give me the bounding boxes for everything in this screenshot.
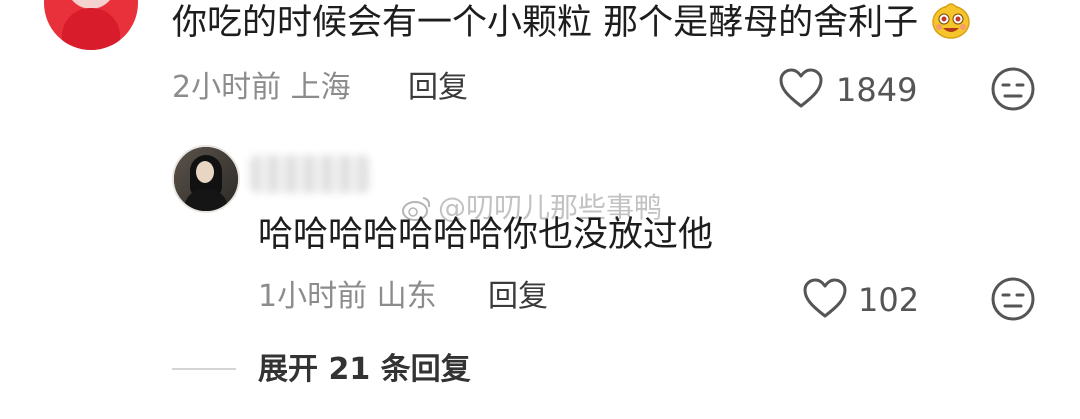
neutral-face-icon [991, 277, 1035, 321]
reply-comment-avatar[interactable] [172, 145, 240, 213]
smiling-face-emoji-icon [931, 0, 971, 40]
top-comment-text: 你吃的时候会有一个小颗粒 那个是酵母的舍利子 [172, 3, 919, 43]
expand-replies-button[interactable]: 展开 21 条回复 [258, 350, 471, 390]
neutral-face-icon [991, 67, 1035, 111]
top-comment-like-count: 1849 [836, 71, 918, 109]
top-comment-like-button[interactable] [778, 66, 824, 112]
heart-icon [803, 278, 847, 318]
reply-comment-like-button[interactable] [802, 276, 848, 322]
top-comment-reply-button[interactable]: 回复 [408, 68, 468, 108]
reply-comment-reply-button[interactable]: 回复 [488, 277, 548, 317]
top-comment-dislike-button[interactable] [990, 66, 1036, 112]
reply-comment-like-count: 102 [858, 281, 920, 319]
expand-divider [172, 368, 236, 370]
top-comment-time-location: 2小时前 上海 [172, 70, 351, 105]
avatar-shirt [62, 8, 120, 50]
reply-comment-username-redacted[interactable] [250, 155, 370, 193]
reply-comment-dislike-button[interactable] [990, 276, 1036, 322]
avatar-face [196, 161, 214, 183]
reply-comment-text: 哈哈哈哈哈哈哈你也没放过他 [258, 215, 714, 255]
top-comment-avatar[interactable] [44, 0, 138, 50]
reply-comment-time-location: 1小时前 山东 [258, 279, 437, 314]
heart-icon [779, 68, 823, 108]
top-comment-body: 你吃的时候会有一个小颗粒 那个是酵母的舍利子 [172, 0, 971, 46]
